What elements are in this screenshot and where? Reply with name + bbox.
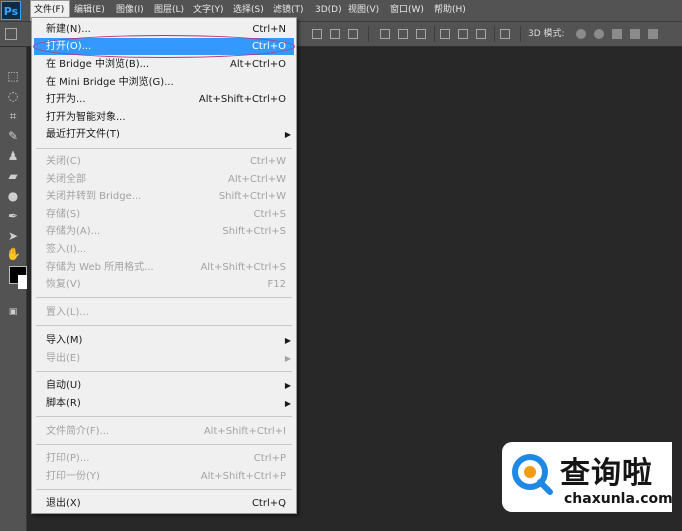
menu-item-check-in[interactable]: 签入(I)... [34,241,294,258]
tools-panel: ⬚ ◌ ⌗ ✎ ♟ ▰ ● ✒ ➤ ✋ ▣ [0,47,32,531]
menu-item-open-as-smart-object[interactable]: 打开为智能对象... [34,109,294,126]
watermark-text-en: chaxunla.com [564,491,673,507]
pen-tool-icon[interactable]: ✒ [6,209,20,223]
watermark: 查询啦 chaxunla.com [502,442,673,512]
menu-item-print[interactable]: 打印(P)... Ctrl+P [34,450,294,467]
menu-item-save-for-web[interactable]: 存储为 Web 所用格式... Alt+Shift+Ctrl+S [34,259,294,276]
submenu-arrow-icon: ▶ [284,381,291,390]
quick-mask-icon[interactable]: ▣ [6,305,20,319]
menu-item-file-info[interactable]: 文件简介(F)... Alt+Shift+Ctrl+I [34,423,294,440]
menu-item-recent-files[interactable]: 最近打开文件(T) ▶ [34,126,294,143]
menu-item-export[interactable]: 导出(E) ▶ [34,350,294,367]
menu-item-place[interactable]: 置入(L)... [34,304,294,321]
divider [434,26,435,42]
3d-rotate-icon[interactable] [576,29,586,39]
menu-item-print-one-copy[interactable]: 打印一份(Y) Alt+Shift+Ctrl+P [34,468,294,485]
submenu-arrow-icon: ▶ [284,354,291,363]
3d-slide-icon[interactable] [630,29,640,39]
crop-tool-icon[interactable]: ⌗ [6,109,20,123]
menu-item-revert[interactable]: 恢复(V) F12 [34,276,294,293]
3d-drag-icon[interactable] [612,29,622,39]
menu-separator [36,297,292,298]
menu-item-close[interactable]: 关闭(C) Ctrl+W [34,153,294,170]
menu-separator [36,371,292,372]
submenu-arrow-icon: ▶ [284,336,291,345]
align-vcenter-icon[interactable] [330,29,340,39]
menu-item-save-as[interactable]: 存储为(A)... Shift+Ctrl+S [34,223,294,240]
distribute-top-icon[interactable] [380,29,390,39]
submenu-arrow-icon: ▶ [284,399,291,408]
watermark-logo-icon [512,454,553,495]
blur-tool-icon[interactable]: ● [6,189,20,203]
distribute-right-icon[interactable] [476,29,486,39]
mode-3d-label: 3D 模式: [528,29,565,39]
photoshop-logo: Ps [1,1,21,20]
menu-item-scripts[interactable]: 脚本(R) ▶ [34,395,294,412]
menu-item-close-go-bridge[interactable]: 关闭并转到 Bridge... Shift+Ctrl+W [34,188,294,205]
menu-separator [36,325,292,326]
divider [520,26,521,42]
menu-item-import[interactable]: 导入(M) ▶ [34,332,294,349]
distribute-left-icon[interactable] [440,29,450,39]
menu-item-browse-bridge[interactable]: 在 Bridge 中浏览(B)... Alt+Ctrl+O [34,56,294,73]
distribute-vcenter-icon[interactable] [398,29,408,39]
3d-scale-icon[interactable] [648,29,658,39]
eraser-tool-icon[interactable]: ▰ [6,169,20,183]
menu-3d[interactable]: 3D(D) [315,0,342,21]
divider [494,26,495,42]
menu-item-browse-mini-bridge[interactable]: 在 Mini Bridge 中浏览(G)... [34,74,294,91]
menu-separator [36,444,292,445]
watermark-text-cn: 查询啦 [560,456,653,491]
menu-separator [36,148,292,149]
3d-roll-icon[interactable] [594,29,604,39]
menu-window[interactable]: 窗口(W) [390,0,424,21]
file-menu-dropdown: 新建(N)... Ctrl+N 打开(O)... Ctrl+O 在 Bridge 中… [31,17,297,514]
menu-item-save[interactable]: 存储(S) Ctrl+S [34,206,294,223]
menu-view[interactable]: 视图(V) [348,0,379,21]
path-select-tool-icon[interactable]: ➤ [6,229,20,243]
menu-separator [36,416,292,417]
menu-item-automate[interactable]: 自动(U) ▶ [34,377,294,394]
align-top-icon[interactable] [312,29,322,39]
distribute-hcenter-icon[interactable] [458,29,468,39]
menu-help[interactable]: 帮助(H) [434,0,466,21]
menu-item-open-as[interactable]: 打开为... Alt+Shift+Ctrl+O [34,91,294,108]
menu-item-close-all[interactable]: 关闭全部 Alt+Ctrl+W [34,171,294,188]
submenu-arrow-icon: ▶ [284,130,291,139]
menu-item-new[interactable]: 新建(N)... Ctrl+N [34,21,294,38]
stamp-tool-icon[interactable]: ♟ [6,149,20,163]
align-bottom-icon[interactable] [348,29,358,39]
auto-align-icon[interactable] [500,29,510,39]
lasso-tool-icon[interactable]: ◌ [6,89,20,103]
hand-tool-icon[interactable]: ✋ [6,247,21,261]
marquee-tool-icon[interactable]: ⬚ [6,69,20,83]
menu-separator [36,489,292,490]
divider [368,26,369,42]
menu-item-open[interactable]: 打开(O)... Ctrl+O [34,38,294,55]
move-tool-icon[interactable] [5,28,17,40]
menu-item-exit[interactable]: 退出(X) Ctrl+Q [34,495,294,512]
eyedropper-tool-icon[interactable]: ✎ [6,129,20,143]
distribute-bottom-icon[interactable] [416,29,426,39]
